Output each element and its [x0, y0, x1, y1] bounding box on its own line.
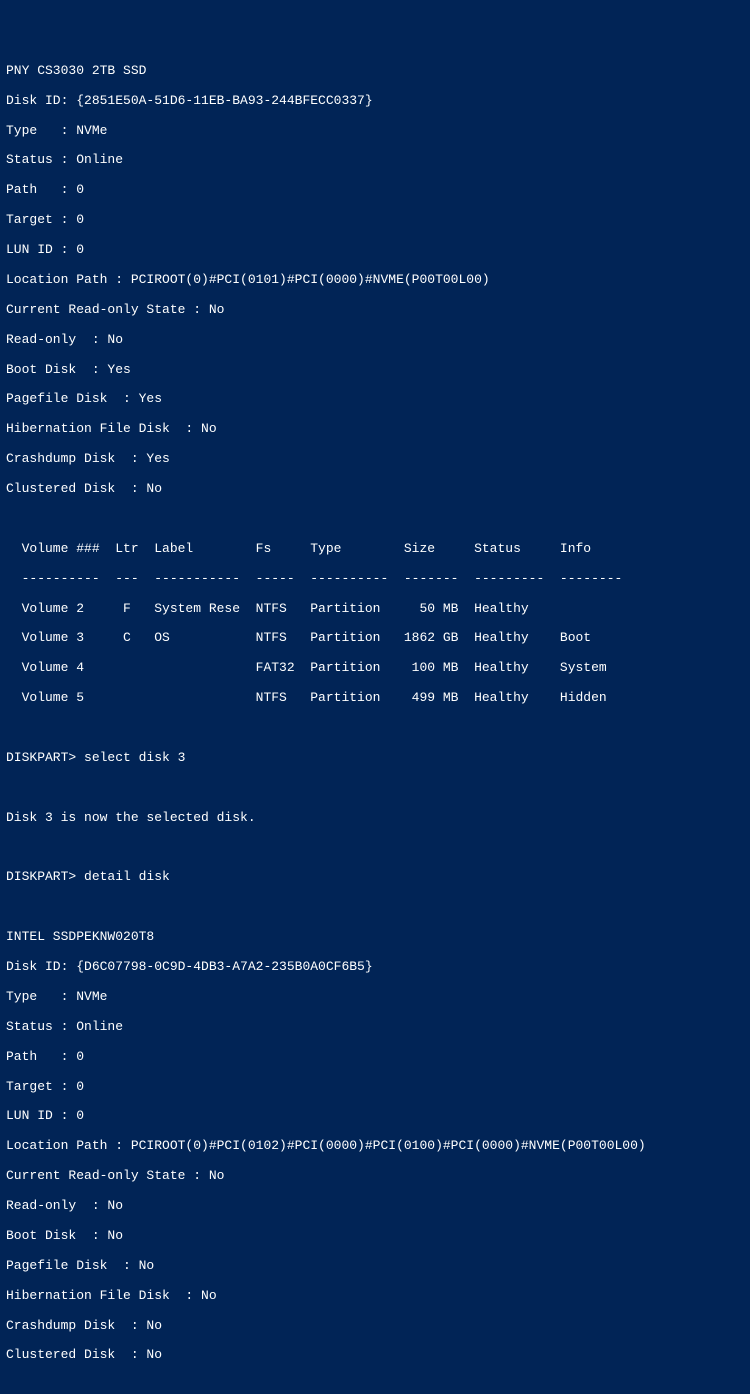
diskpart-prompt[interactable]: DISKPART> select disk 3 — [6, 751, 744, 766]
command-text: detail disk — [84, 869, 170, 884]
disk-target: Target : 0 — [6, 1080, 744, 1095]
disk-hibernation: Hibernation File Disk : No — [6, 1289, 744, 1304]
disk-lun: LUN ID : 0 — [6, 1109, 744, 1124]
prompt-text: DISKPART> — [6, 750, 84, 765]
blank-line — [6, 781, 744, 796]
disk-read-only: Read-only : No — [6, 333, 744, 348]
disk-crashdump: Crashdump Disk : Yes — [6, 452, 744, 467]
disk-type: Type : NVMe — [6, 124, 744, 139]
disk-target: Target : 0 — [6, 213, 744, 228]
volume-row: Volume 4 FAT32 Partition 100 MB Healthy … — [6, 661, 744, 676]
disk-boot: Boot Disk : No — [6, 1229, 744, 1244]
disk-id: Disk ID: {2851E50A-51D6-11EB-BA93-244BFE… — [6, 94, 744, 109]
disk-lun: LUN ID : 0 — [6, 243, 744, 258]
disk-status: Status : Online — [6, 1020, 744, 1035]
disk-path: Path : 0 — [6, 1050, 744, 1065]
disk-type: Type : NVMe — [6, 990, 744, 1005]
volume-row: Volume 5 NTFS Partition 499 MB Healthy H… — [6, 691, 744, 706]
diskpart-prompt[interactable]: DISKPART> detail disk — [6, 870, 744, 885]
volume-row: Volume 3 C OS NTFS Partition 1862 GB Hea… — [6, 631, 744, 646]
disk-pagefile: Pagefile Disk : Yes — [6, 392, 744, 407]
volume-header: Volume ### Ltr Label Fs Type Size Status… — [6, 542, 744, 557]
disk-location: Location Path : PCIROOT(0)#PCI(0102)#PCI… — [6, 1139, 744, 1154]
disk-clustered: Clustered Disk : No — [6, 1348, 744, 1363]
volume-divider: ---------- --- ----------- ----- -------… — [6, 572, 744, 587]
disk-boot: Boot Disk : Yes — [6, 363, 744, 378]
disk-clustered: Clustered Disk : No — [6, 482, 744, 497]
disk-location: Location Path : PCIROOT(0)#PCI(0101)#PCI… — [6, 273, 744, 288]
volume-row: Volume 2 F System Rese NTFS Partition 50… — [6, 602, 744, 617]
disk-status: Status : Online — [6, 153, 744, 168]
blank-line — [6, 512, 744, 527]
prompt-text: DISKPART> — [6, 869, 84, 884]
disk-crashdump: Crashdump Disk : No — [6, 1319, 744, 1334]
disk-name: INTEL SSDPEKNW020T8 — [6, 930, 744, 945]
disk-ro-state: Current Read-only State : No — [6, 303, 744, 318]
disk-path: Path : 0 — [6, 183, 744, 198]
response-text: Disk 3 is now the selected disk. — [6, 811, 744, 826]
disk-id: Disk ID: {D6C07798-0C9D-4DB3-A7A2-235B0A… — [6, 960, 744, 975]
blank-line — [6, 721, 744, 736]
disk-pagefile: Pagefile Disk : No — [6, 1259, 744, 1274]
disk-hibernation: Hibernation File Disk : No — [6, 422, 744, 437]
disk-ro-state: Current Read-only State : No — [6, 1169, 744, 1184]
blank-line — [6, 1378, 744, 1393]
blank-line — [6, 841, 744, 856]
disk-read-only: Read-only : No — [6, 1199, 744, 1214]
blank-line — [6, 900, 744, 915]
disk-name: PNY CS3030 2TB SSD — [6, 64, 744, 79]
command-text: select disk 3 — [84, 750, 185, 765]
